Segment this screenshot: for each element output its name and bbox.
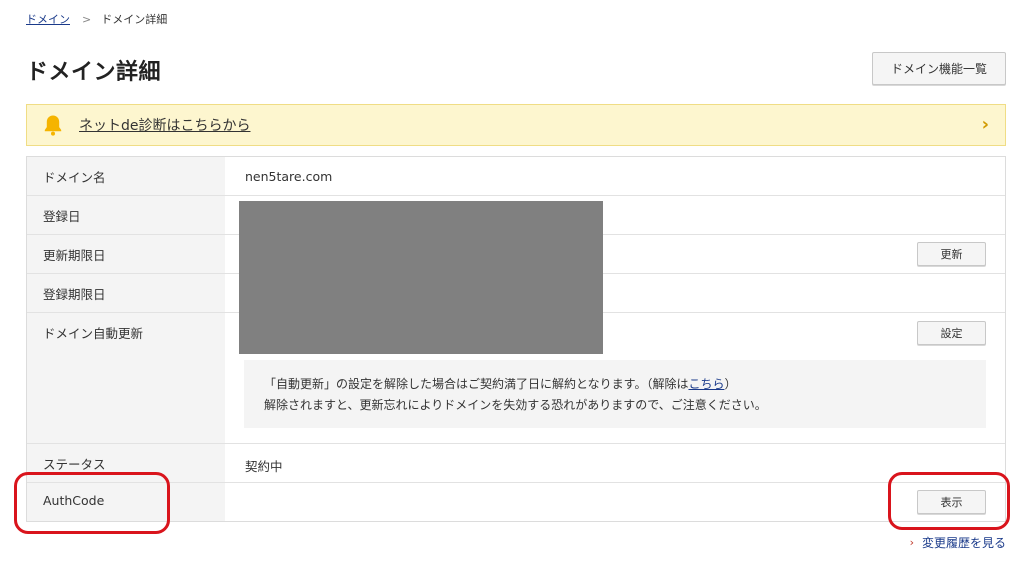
authcode-label-highlight	[14, 472, 170, 534]
page-title: ドメイン詳細	[26, 60, 162, 85]
label-registered-date: 登録日	[27, 196, 225, 234]
row-authcode: AuthCode 表示	[27, 483, 1005, 521]
label-auto-renew: ドメイン自動更新	[27, 313, 225, 443]
label-renewal-deadline: 更新期限日	[27, 235, 225, 273]
change-history-label[interactable]: 変更履歴を見る	[922, 534, 1006, 551]
auto-renew-settings-button[interactable]: 設定	[917, 321, 986, 345]
renew-button[interactable]: 更新	[917, 242, 986, 266]
row-domain-name: ドメイン名 nen5tare.com	[27, 157, 1005, 196]
domain-functions-list-button[interactable]: ドメイン機能一覧	[872, 52, 1006, 85]
row-status: ステータス 契約中	[27, 444, 1005, 483]
breadcrumb-separator-icon: >	[82, 12, 92, 26]
label-registration-deadline: 登録期限日	[27, 274, 225, 312]
value-domain-name: nen5tare.com	[245, 169, 333, 184]
value-status: 契約中	[245, 459, 283, 474]
notice-line-1: 「自動更新」の設定を解除した場合はご契約満了日に解約となります。（解除はこちら）	[264, 374, 986, 395]
auto-renew-notice: 「自動更新」の設定を解除した場合はご契約満了日に解約となります。（解除はこちら）…	[244, 360, 986, 428]
bell-icon	[44, 115, 62, 136]
redacted-block	[239, 201, 603, 354]
notice-line-1-prefix: 「自動更新」の設定を解除した場合はご契約満了日に解約となります。（解除は	[264, 377, 689, 391]
chevron-right-icon: ›	[981, 114, 989, 135]
cancel-here-link[interactable]: こちら	[688, 377, 724, 391]
breadcrumb: ドメイン > ドメイン詳細	[26, 11, 167, 27]
diagnosis-link[interactable]: ネットde診断はこちらから	[79, 115, 251, 135]
breadcrumb-link-domain[interactable]: ドメイン	[26, 11, 70, 27]
notice-line-1-suffix: ）	[724, 377, 737, 391]
notice-line-2: 解除されますと、更新忘れによりドメインを失効する恐れがありますので、ご注意くださ…	[264, 398, 767, 412]
diagnosis-banner[interactable]: ネットde診断はこちらから ›	[26, 104, 1006, 146]
chevron-right-small-icon: ›	[909, 536, 914, 549]
breadcrumb-current: ドメイン詳細	[101, 13, 168, 26]
label-domain-name: ドメイン名	[27, 157, 225, 195]
show-button-highlight	[888, 472, 1010, 530]
change-history-link[interactable]: › 変更履歴を見る	[910, 534, 1006, 551]
